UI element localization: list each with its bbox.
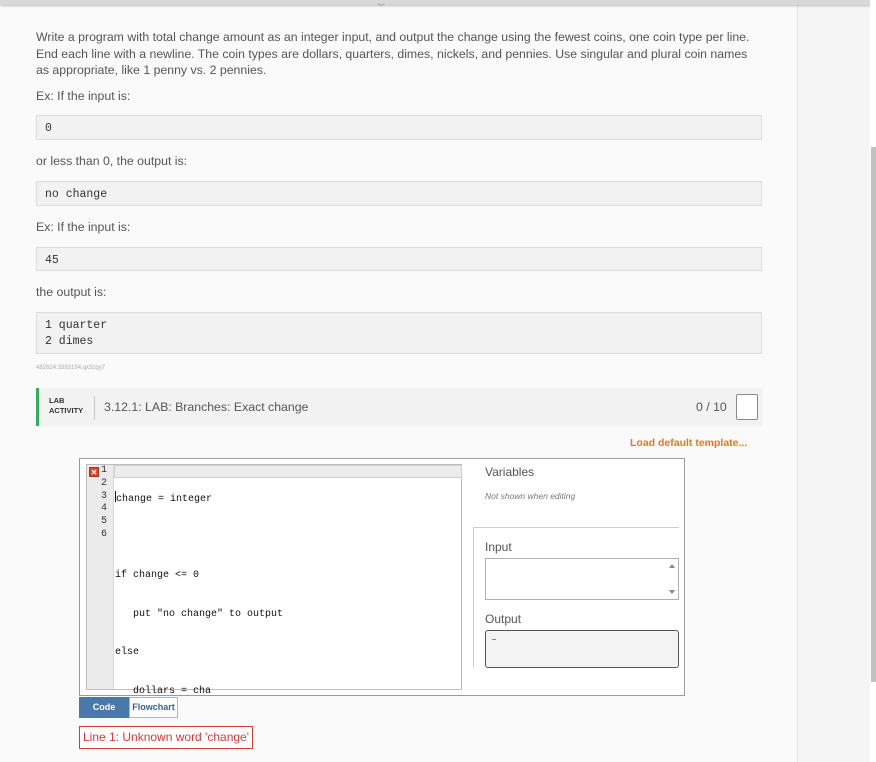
tab-code[interactable]: Code (79, 697, 129, 718)
lab-activity-tag: LAB ACTIVITY (49, 396, 83, 416)
example-2-input: 45 (36, 247, 762, 271)
code-line[interactable]: put "no change" to output (115, 609, 283, 622)
output-box (485, 630, 679, 668)
io-divider-vertical (473, 527, 474, 668)
example-1-output: no change (36, 181, 762, 206)
editor-gutter: ✕ 1 2 3 4 5 6 (87, 465, 114, 689)
code-content[interactable]: change = integer ​ if change <= 0 put "n… (115, 465, 283, 724)
code-line[interactable]: else (115, 647, 283, 660)
lab-tag-line2: ACTIVITY (49, 406, 84, 415)
lab-score: 0 / 10 (696, 400, 727, 414)
top-bar (0, 0, 870, 5)
io-divider-horizontal (473, 527, 679, 528)
code-editor[interactable]: ✕ 1 2 3 4 5 6 change = integer ​ if chan… (86, 464, 462, 697)
completion-badge-icon (736, 394, 758, 420)
input-field[interactable] (485, 558, 679, 600)
code-line-text: change = integer (116, 493, 213, 505)
line-number: 3 (100, 490, 107, 502)
error-message: Line 1: Unknown word 'change' (79, 726, 254, 749)
line-number: 6 (100, 528, 107, 540)
scroll-down-icon[interactable] (669, 590, 675, 594)
line-number: 1 (100, 465, 107, 476)
code-line[interactable]: if change <= 0 (115, 570, 283, 583)
header-divider (94, 396, 95, 420)
variables-label: Variables (485, 465, 535, 479)
example-2-label: Ex: If the input is: (36, 220, 131, 234)
activity-id: 482624.3393194.qx3zqy7 (36, 365, 106, 371)
example-1-input: 0 (36, 115, 762, 140)
example-2-output: 1 quarter 2 dimes (36, 312, 762, 354)
problem-description: Write a program with total change amount… (36, 30, 750, 78)
line-number: 4 (100, 503, 107, 515)
output-caret-icon (492, 639, 496, 640)
lab-tag-line1: LAB (49, 396, 65, 405)
lab-activity-header: LAB ACTIVITY 3.12.1: LAB: Branches: Exac… (36, 388, 762, 426)
scroll-up-icon[interactable] (669, 564, 675, 568)
load-default-template-link[interactable]: Load default template... (630, 437, 747, 449)
variables-note: Not shown when editing (485, 491, 576, 501)
scrollbar-thumb[interactable] (871, 147, 876, 682)
io-panel: Variables Not shown when editing Input O… (473, 462, 679, 668)
lab-title: 3.12.1: LAB: Branches: Exact change (104, 400, 309, 414)
line-number: 2 (100, 477, 107, 489)
example-1-mid-text: or less than 0, the output is: (36, 154, 188, 168)
code-line[interactable]: change = integer (115, 490, 283, 507)
line-numbers: 1 2 3 4 5 6 (87, 465, 107, 542)
example-1-label: Ex: If the input is: (36, 89, 131, 103)
output-label: Output (485, 612, 522, 626)
tab-flowchart[interactable]: Flowchart (129, 697, 178, 718)
input-label: Input (485, 540, 512, 554)
right-gutter (797, 5, 871, 762)
code-line[interactable]: ​ (115, 532, 283, 545)
line-number: 5 (100, 516, 107, 528)
example-2-mid-text: the output is: (36, 285, 107, 299)
